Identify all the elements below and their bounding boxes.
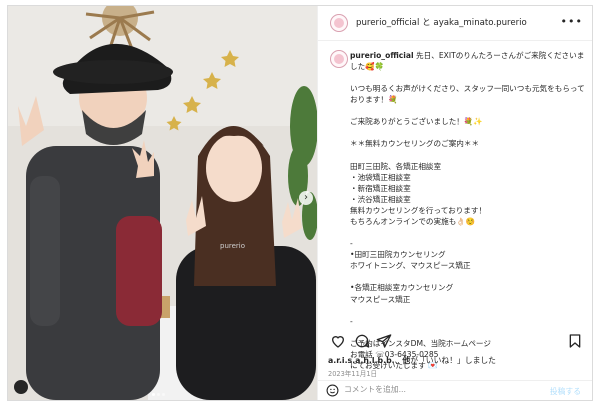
caption-username[interactable]: purerio_official xyxy=(350,51,414,60)
post-photo[interactable]: purerio › xyxy=(8,6,317,400)
authors-joiner: と xyxy=(422,18,431,28)
caption-avatar[interactable] xyxy=(330,50,348,68)
tagged-people-icon[interactable] xyxy=(14,380,28,394)
next-photo-button[interactable]: › xyxy=(299,191,313,205)
post-actions xyxy=(318,333,592,353)
carousel-dot xyxy=(162,393,165,396)
smiley-icon[interactable] xyxy=(326,384,339,397)
post-side-panel: purerio_official と ayaka_minato.purerio … xyxy=(317,6,592,400)
collaborator-name[interactable]: ayaka_minato.purerio xyxy=(433,18,526,28)
share-icon[interactable] xyxy=(376,333,392,349)
avatar[interactable] xyxy=(330,14,348,32)
caption-paragraph: いつも明るくお声がけくださり、スタッフ一同いつも元気をもらっております！💐 xyxy=(350,84,585,105)
caption: purerio_official 先日、EXITのりんたろーさんがご来院ください… xyxy=(350,50,588,371)
likes-suffix: が「いいね！」しました xyxy=(410,356,496,365)
caption-paragraph: •田町三田院カウンセリング ホワイトニング、マウスピース矯正 xyxy=(350,250,471,271)
post-header: purerio_official と ayaka_minato.purerio … xyxy=(318,6,592,41)
post-comment-button[interactable]: 投稿する xyxy=(550,386,581,397)
heart-icon[interactable] xyxy=(330,333,346,349)
post-date[interactable]: 2023年11月1日 xyxy=(328,368,377,378)
svg-text:purerio: purerio xyxy=(220,242,245,250)
instagram-post-card: purerio › purerio_official と ayaka_minat… xyxy=(7,5,593,401)
caption-paragraph: 田町三田院、各矯正相談室 ・池袋矯正相談室 ・新宿矯正相談室 ・渋谷矯正相談室 … xyxy=(350,161,487,227)
caption-paragraph: - xyxy=(350,316,353,326)
account-name[interactable]: purerio_official xyxy=(356,18,419,28)
comment-input[interactable] xyxy=(344,385,524,394)
post-photo-illustration: purerio xyxy=(8,6,317,400)
caption-paragraph: •各矯正相談室カウンセリング マウスピース矯正 xyxy=(350,283,454,304)
caption-paragraph: - xyxy=(350,239,353,249)
comment-bar: 投稿する xyxy=(318,380,592,400)
caption-paragraph: ご来院ありがとうございました！💐✨ xyxy=(350,117,483,127)
comment-icon[interactable] xyxy=(354,333,370,349)
carousel-dot xyxy=(157,393,160,396)
carousel-dot xyxy=(152,393,155,396)
caption-paragraph: ＊＊無料カウンセリングのご案内＊＊ xyxy=(350,139,480,149)
post-authors: purerio_official と ayaka_minato.purerio xyxy=(356,16,527,28)
liked-by-user[interactable]: a.r.i.s.a.h.l.b.b. xyxy=(328,356,395,365)
bookmark-icon[interactable] xyxy=(567,333,583,349)
likes-summary: a.r.i.s.a.h.l.b.b.、他が「いいね！」しました xyxy=(328,355,496,366)
carousel-indicator xyxy=(152,393,165,396)
ellipsis-icon[interactable]: ••• xyxy=(561,15,583,28)
